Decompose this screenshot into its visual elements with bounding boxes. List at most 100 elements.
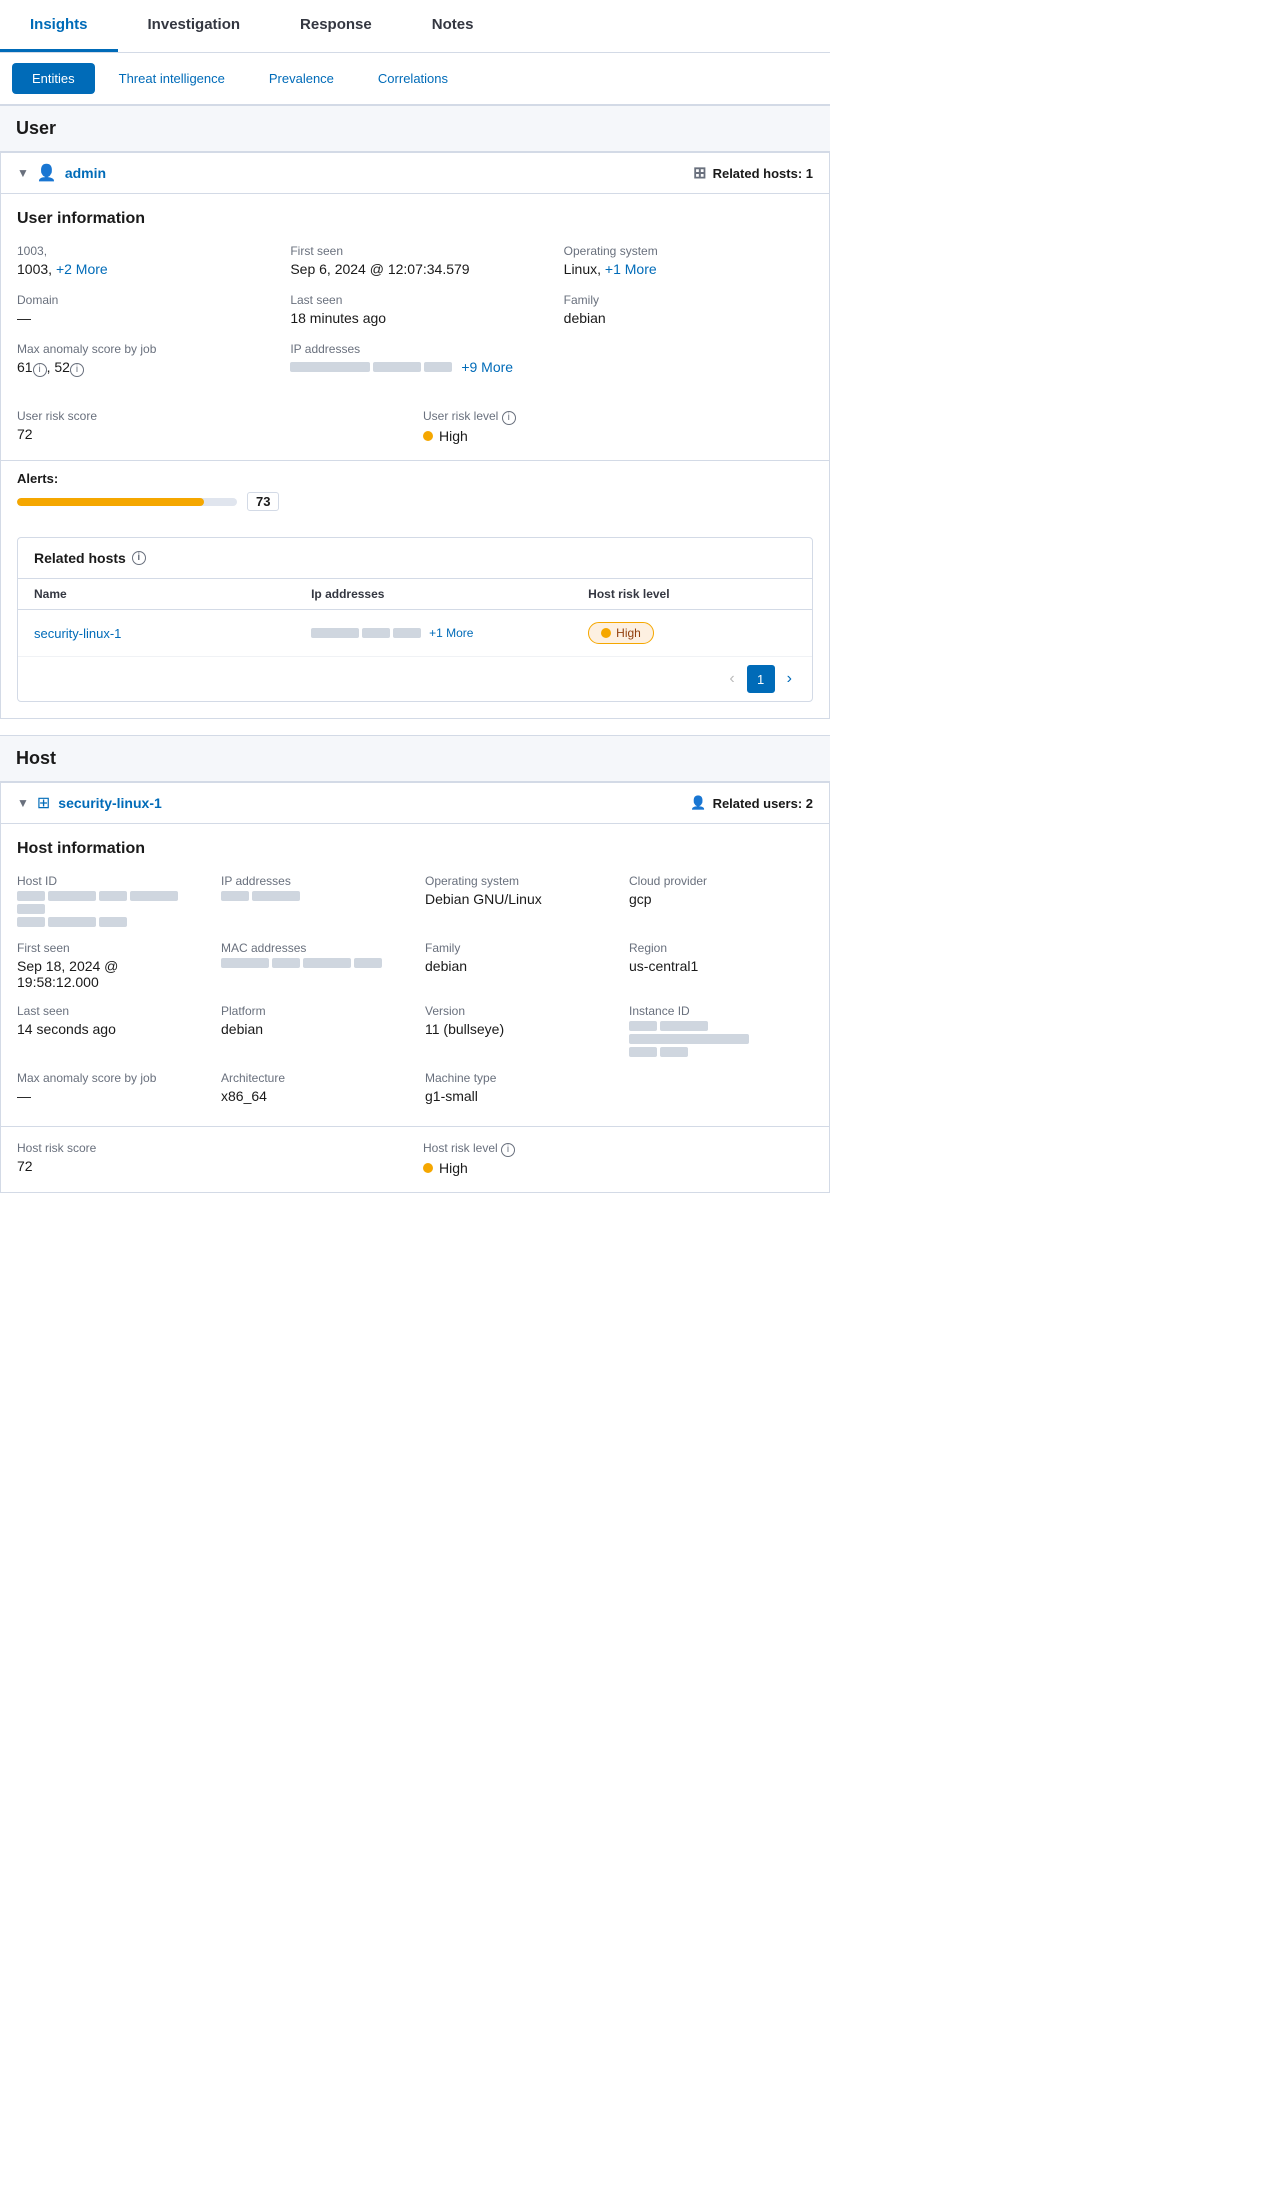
anomaly-score-b: 52 [54,359,70,375]
ip-bar: +9 More [290,359,813,375]
host-risk-dot [423,1163,433,1173]
related-users-count: Related users: 2 [713,796,813,811]
subtab-prevalence[interactable]: Prevalence [249,63,354,94]
user-id-more[interactable]: +2 More [56,261,108,277]
anomaly-info-icon-b: i [70,363,84,377]
host-risk-level-text-label: Host risk level [423,1141,498,1155]
host-machine-item: Machine type g1-small [425,1071,609,1104]
user-entity-name[interactable]: admin [65,165,106,181]
mac-b3 [303,958,351,968]
region-value: us-central1 [629,958,813,974]
mac-bar [221,958,405,968]
host-id-b8 [99,917,127,927]
alerts-count: 73 [247,492,279,511]
host-ip-value [221,891,405,901]
user-risk-row: User risk score 72 User risk level i Hig… [1,401,829,460]
host-risk-level-value: High [423,1160,813,1176]
host-grid-icon: ⊞ [37,793,50,813]
anomaly-info-icon-a: i [33,363,47,377]
mac-b4 [354,958,382,968]
user-domain-item: Domain — [17,293,266,326]
tab-insights[interactable]: Insights [0,0,118,52]
hip-b1 [221,891,249,901]
domain-label: Domain [17,293,266,307]
sub-navigation: Entities Threat intelligence Prevalence … [0,53,830,105]
family-label: Family [564,293,813,307]
host-anomaly-item: Max anomaly score by job — [17,1071,201,1104]
host-ip-more[interactable]: +1 More [429,626,473,640]
tab-notes[interactable]: Notes [402,0,504,52]
host-section-header: Host [0,735,830,782]
os-text: Linux, [564,261,601,277]
subtab-correlations[interactable]: Correlations [358,63,468,94]
host-section-label: Host [16,748,56,768]
last-seen-value: 18 minutes ago [290,310,539,326]
tab-investigation[interactable]: Investigation [118,0,271,52]
tab-response[interactable]: Response [270,0,402,52]
mac-b2 [272,958,300,968]
host-risk-level-display: High [439,1160,468,1176]
host-ip-bar-detail [221,891,405,901]
host-id-b2 [48,891,96,901]
host-user-icon: 👤 [690,795,706,811]
alerts-row: Alerts: 73 [1,460,829,525]
first-seen-value: Sep 6, 2024 @ 12:07:34.579 [290,261,539,277]
user-first-seen-item: First seen Sep 6, 2024 @ 12:07:34.579 [290,244,539,277]
host-name-link[interactable]: security-linux-1 [34,626,121,641]
host-ip-label: IP addresses [221,874,405,888]
instance-id-label: Instance ID [629,1004,813,1018]
anomaly-value: 61i, 52i [17,359,266,377]
prev-page-arrow[interactable]: ‹ [725,670,738,688]
user-icon: 👤 [37,163,57,183]
related-hosts-info-icon: i [132,551,146,565]
region-label: Region [629,941,813,955]
user-last-seen-item: Last seen 18 minutes ago [290,293,539,326]
host-family-value: debian [425,958,609,974]
host-arch-item: Architecture x86_64 [221,1071,405,1104]
page-1-button[interactable]: 1 [747,665,775,693]
risk-dot [423,431,433,441]
chevron-down-icon[interactable]: ▼ [17,166,29,180]
alerts-bar-fill [17,498,204,506]
host-ip-bar: +1 More [311,626,588,640]
host-entity-name[interactable]: security-linux-1 [58,795,161,811]
os-more[interactable]: +1 More [605,261,657,277]
ip-more[interactable]: +9 More [461,359,513,375]
user-id-number: 1003, [17,261,52,277]
host-chevron-icon[interactable]: ▼ [17,796,29,810]
subtab-threat-intelligence[interactable]: Threat intelligence [99,63,245,94]
arch-label: Architecture [221,1071,405,1085]
col-header-risk: Host risk level [588,587,796,601]
user-entity-panel: ▼ 👤 admin ⊞ Related hosts: 1 User inform… [0,152,830,719]
next-page-arrow[interactable]: › [783,670,796,688]
user-section-header: User [0,105,830,152]
alerts-bar-track [17,498,237,506]
host-last-seen-label: Last seen [17,1004,201,1018]
host-risk-dot [601,628,611,638]
related-hosts-table-header: Related hosts i [18,538,812,579]
user-id-value: 1003, +2 More [17,261,266,277]
risk-level-text: User risk level [423,409,498,423]
family-value: debian [564,310,813,326]
pagination: ‹ 1 › [18,657,812,701]
alerts-label: Alerts: [17,471,813,486]
host-id-b5 [17,904,45,914]
mac-b1 [221,958,269,968]
host-anomaly-label: Max anomaly score by job [17,1071,201,1085]
user-family-item: Family debian [564,293,813,326]
user-risk-level-label: User risk level i [423,409,813,425]
host-family-label: Family [425,941,609,955]
alerts-bar-container: 73 [17,492,813,511]
inst-b4 [629,1047,657,1057]
os-label: Operating system [564,244,813,258]
first-seen-label: First seen [290,244,539,258]
host-anomaly-value: — [17,1088,201,1104]
related-hosts-table: Related hosts i Name Ip addresses Host r… [17,537,813,702]
user-id-item: 1003, 1003, +2 More [17,244,266,277]
version-label: Version [425,1004,609,1018]
host-entity-panel: ▼ ⊞ security-linux-1 👤 Related users: 2 … [0,782,830,1193]
arch-value: x86_64 [221,1088,405,1104]
subtab-entities[interactable]: Entities [12,63,95,94]
mac-value [221,958,405,968]
host-risk-level-text: High [616,626,641,640]
